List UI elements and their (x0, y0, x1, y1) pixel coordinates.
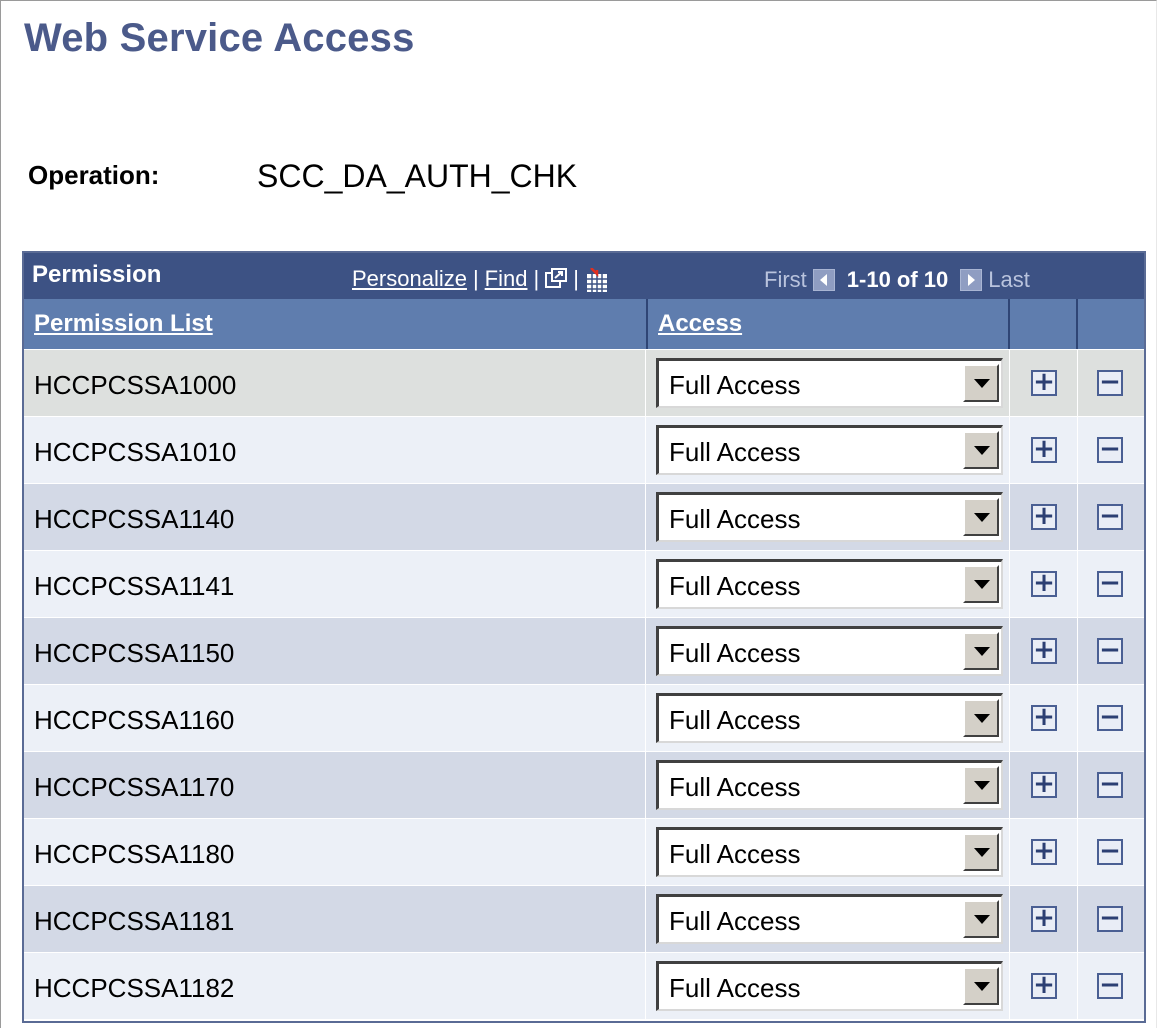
table-row: HCCPCSSA1150 Full Access + − (24, 617, 1144, 684)
table-row: HCCPCSSA1182 Full Access + − (24, 952, 1144, 1019)
find-link[interactable]: Find (485, 266, 528, 292)
column-header-access[interactable]: Access (648, 299, 1010, 349)
toolbar-separator: | (472, 266, 479, 291)
access-select-value: Full Access (669, 504, 801, 534)
download-grid-icon[interactable] (585, 267, 607, 292)
add-row-icon[interactable]: + (1031, 704, 1057, 731)
add-row-icon[interactable]: + (1031, 570, 1057, 597)
access-select[interactable]: Full Access (656, 760, 1003, 810)
access-select[interactable]: Full Access (656, 425, 1003, 475)
access-select-value: Full Access (669, 705, 801, 735)
delete-row-icon[interactable]: − (1097, 771, 1123, 798)
operation-label: Operation: (28, 160, 160, 190)
add-row-icon[interactable]: + (1031, 972, 1057, 999)
delete-row-icon[interactable]: − (1097, 972, 1123, 999)
table-row: HCCPCSSA1140 Full Access + − (24, 483, 1144, 550)
delete-row-icon[interactable]: − (1097, 905, 1123, 932)
access-select-value: Full Access (669, 638, 801, 668)
personalize-link[interactable]: Personalize (352, 266, 467, 292)
operation-value: SCC_DA_AUTH_CHK (257, 158, 578, 194)
page-title: Web Service Access (24, 16, 415, 60)
access-select[interactable]: Full Access (656, 358, 1003, 408)
dropdown-arrow-icon[interactable] (963, 766, 999, 804)
access-select-value: Full Access (669, 370, 801, 400)
access-select[interactable]: Full Access (656, 894, 1003, 944)
access-select-value: Full Access (669, 839, 801, 869)
column-header-permission-list[interactable]: Permission List (24, 299, 648, 349)
access-select-value: Full Access (669, 906, 801, 936)
pager-range: 1-10 of 10 (846, 267, 949, 292)
new-window-icon[interactable] (545, 268, 568, 290)
delete-row-icon[interactable]: − (1097, 369, 1123, 396)
access-select[interactable]: Full Access (656, 693, 1003, 743)
permission-grid: Permission Personalize | Find | | First … (22, 251, 1146, 1023)
access-select[interactable]: Full Access (656, 827, 1003, 877)
permission-list-cell: HCCPCSSA1140 (24, 484, 646, 550)
dropdown-arrow-icon[interactable] (963, 900, 999, 938)
grid-toolbar: Personalize | Find | | (352, 266, 607, 292)
table-row: HCCPCSSA1180 Full Access + − (24, 818, 1144, 885)
dropdown-arrow-icon[interactable] (963, 498, 999, 536)
permission-list-cell: HCCPCSSA1000 (24, 350, 646, 416)
table-row: HCCPCSSA1010 Full Access + − (24, 416, 1144, 483)
permission-list-cell: HCCPCSSA1180 (24, 819, 646, 885)
pager: First 1-10 of 10 Last (764, 267, 1030, 293)
permission-list-cell: HCCPCSSA1182 (24, 953, 646, 1019)
add-row-icon[interactable]: + (1031, 637, 1057, 664)
column-header-delete (1078, 299, 1144, 349)
dropdown-arrow-icon[interactable] (963, 565, 999, 603)
permission-list-cell: HCCPCSSA1160 (24, 685, 646, 751)
permission-list-cell: HCCPCSSA1150 (24, 618, 646, 684)
toolbar-separator: | (533, 266, 540, 291)
table-row: HCCPCSSA1181 Full Access + − (24, 885, 1144, 952)
next-page-icon (960, 269, 983, 291)
pager-last: Last (988, 267, 1030, 292)
permission-list-cell: HCCPCSSA1170 (24, 752, 646, 818)
add-row-icon[interactable]: + (1031, 838, 1057, 865)
access-select-value: Full Access (669, 973, 801, 1003)
grid-header: Permission Personalize | Find | | First … (24, 253, 1144, 299)
dropdown-arrow-icon[interactable] (963, 364, 999, 402)
add-row-icon[interactable]: + (1031, 436, 1057, 463)
access-select[interactable]: Full Access (656, 961, 1003, 1011)
grid-title: Permission (32, 261, 162, 288)
add-row-icon[interactable]: + (1031, 905, 1057, 932)
pager-first: First (764, 267, 807, 292)
add-row-icon[interactable]: + (1031, 369, 1057, 396)
dropdown-arrow-icon[interactable] (963, 699, 999, 737)
permission-list-cell: HCCPCSSA1181 (24, 886, 646, 952)
access-select-value: Full Access (669, 437, 801, 467)
table-row: HCCPCSSA1141 Full Access + − (24, 550, 1144, 617)
dropdown-arrow-icon[interactable] (963, 833, 999, 871)
access-select-value: Full Access (669, 571, 801, 601)
column-header-add (1010, 299, 1078, 349)
column-header-access-label[interactable]: Access (658, 310, 742, 338)
access-select[interactable]: Full Access (656, 492, 1003, 542)
table-row: HCCPCSSA1000 Full Access + − (24, 349, 1144, 416)
prev-page-icon (812, 269, 835, 291)
dropdown-arrow-icon[interactable] (963, 632, 999, 670)
access-select[interactable]: Full Access (656, 626, 1003, 676)
permission-list-cell: HCCPCSSA1141 (24, 551, 646, 617)
dropdown-arrow-icon[interactable] (963, 967, 999, 1005)
delete-row-icon[interactable]: − (1097, 704, 1123, 731)
add-row-icon[interactable]: + (1031, 771, 1057, 798)
permission-list-cell: HCCPCSSA1010 (24, 417, 646, 483)
delete-row-icon[interactable]: − (1097, 838, 1123, 865)
access-select-value: Full Access (669, 772, 801, 802)
delete-row-icon[interactable]: − (1097, 570, 1123, 597)
add-row-icon[interactable]: + (1031, 503, 1057, 530)
table-row: HCCPCSSA1170 Full Access + − (24, 751, 1144, 818)
toolbar-separator: | (573, 266, 579, 291)
delete-row-icon[interactable]: − (1097, 637, 1123, 664)
access-select[interactable]: Full Access (656, 559, 1003, 609)
dropdown-arrow-icon[interactable] (963, 431, 999, 469)
table-row: HCCPCSSA1160 Full Access + − (24, 684, 1144, 751)
column-header-permission-list-label[interactable]: Permission List (34, 310, 213, 338)
delete-row-icon[interactable]: − (1097, 503, 1123, 530)
delete-row-icon[interactable]: − (1097, 436, 1123, 463)
